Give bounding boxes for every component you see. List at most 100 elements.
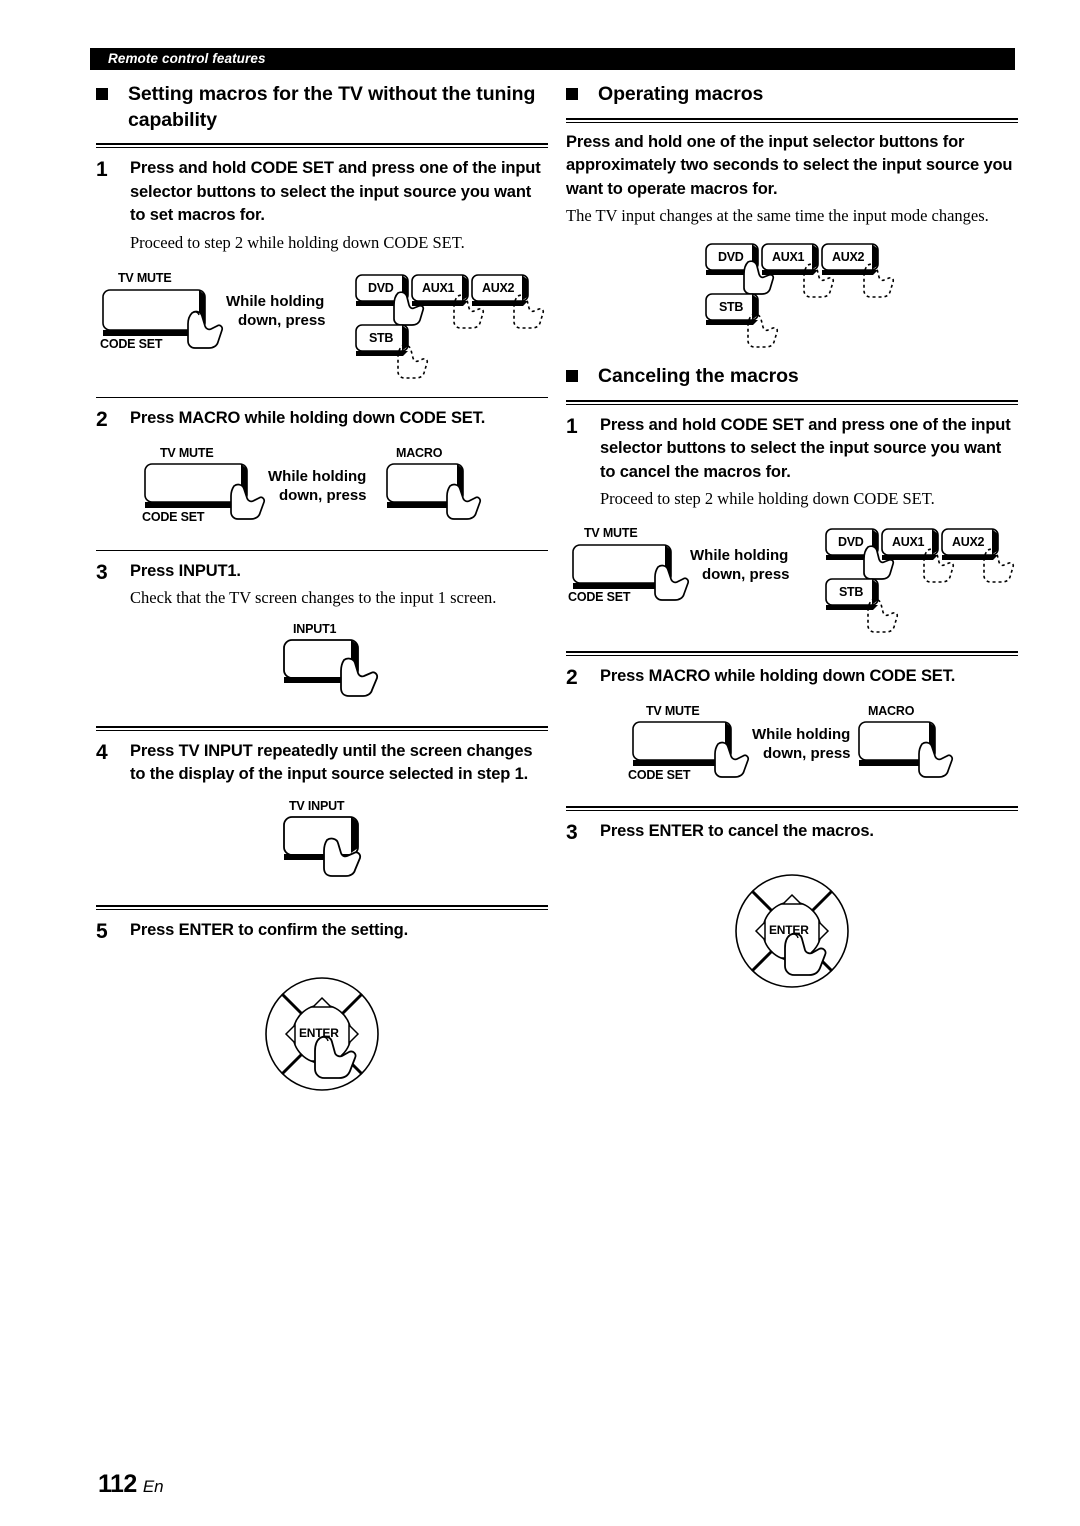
step-divider bbox=[566, 399, 1018, 405]
step-divider bbox=[96, 904, 548, 910]
macro-key-graphic bbox=[386, 462, 482, 520]
running-header-title: Remote control features bbox=[108, 51, 266, 66]
step-number: 4 bbox=[96, 740, 108, 764]
figure-codeset-and-macro: TV MUTE CODE SET While holding down, pre… bbox=[566, 703, 1018, 796]
key-label-aux1: AUX1 bbox=[772, 249, 805, 264]
key-label-aux2: AUX2 bbox=[832, 249, 865, 264]
figure-input1-key: INPUT1 bbox=[96, 622, 548, 716]
step-2: 2 Press MACRO while holding down CODE SE… bbox=[96, 407, 548, 434]
figure-svg bbox=[572, 528, 1015, 633]
running-header-band: Remote control features bbox=[90, 48, 1015, 70]
figure-codeset-and-source-keys: TV MUTE CODE SET While holding down, pre… bbox=[566, 523, 1018, 641]
code-set-label: CODE SET bbox=[142, 509, 205, 524]
tv-mute-label: TV MUTE bbox=[118, 270, 172, 285]
page-footer: 112 En bbox=[98, 1470, 164, 1499]
step-number: 1 bbox=[96, 158, 108, 182]
section-heading-canceling-macros: Canceling the macros bbox=[566, 364, 1018, 390]
step-divider bbox=[96, 143, 548, 149]
figure-caption-line-2: down, press bbox=[238, 311, 326, 329]
left-column: Setting macros for the TV without the tu… bbox=[96, 82, 548, 1112]
section-lead: Press and hold one of the input selector… bbox=[566, 132, 1013, 198]
key-label-stb: STB bbox=[719, 299, 744, 314]
enter-label: ENTER bbox=[299, 1025, 339, 1040]
step-3: 3 Press INPUT1. Check that the TV screen… bbox=[96, 560, 548, 610]
step-4: 4 Press TV INPUT repeatedly until the sc… bbox=[96, 740, 548, 787]
section-title: Canceling the macros bbox=[598, 364, 799, 387]
figure-codeset-and-macro: TV MUTE CODE SET While holding down, pre… bbox=[96, 445, 548, 540]
section-title: Operating macros bbox=[598, 83, 764, 105]
step-divider bbox=[566, 805, 1018, 811]
enter-pad-svg bbox=[265, 976, 379, 1091]
cancel-step-3: 3 Press ENTER to cancel the macros. bbox=[566, 820, 1018, 847]
step-instruction: Press INPUT1. bbox=[130, 561, 241, 580]
square-bullet-icon bbox=[566, 369, 578, 382]
tv-input-label: TV INPUT bbox=[289, 798, 345, 813]
code-set-label: CODE SET bbox=[100, 336, 163, 351]
macro-label: MACRO bbox=[868, 703, 915, 718]
step-number: 3 bbox=[96, 560, 108, 584]
step-instruction: Press TV INPUT repeatedly until the scre… bbox=[130, 741, 533, 784]
step-divider bbox=[96, 396, 548, 398]
code-set-label: CODE SET bbox=[568, 589, 631, 604]
key-label-aux2: AUX2 bbox=[952, 534, 985, 549]
figure-enter-pad: ENTER bbox=[566, 869, 1018, 1009]
tv-mute-label: TV MUTE bbox=[584, 525, 638, 540]
key-label-stb: STB bbox=[369, 330, 394, 345]
figure-caption-line-2: down, press bbox=[279, 486, 367, 504]
section-title: Setting macros for the TV without the tu… bbox=[128, 83, 536, 131]
step-instruction: Press ENTER to cancel the macros. bbox=[600, 821, 874, 840]
figure-caption-line-2: down, press bbox=[702, 565, 790, 583]
figure-source-keys: DVD AUX1 AUX2 STB bbox=[566, 238, 1018, 348]
step-number: 1 bbox=[566, 414, 578, 438]
page-language: En bbox=[142, 1477, 164, 1496]
step-divider bbox=[96, 725, 548, 731]
step-note: Check that the TV screen changes to the … bbox=[130, 587, 497, 607]
tv-mute-label: TV MUTE bbox=[646, 703, 700, 718]
enter-pad-svg bbox=[735, 873, 849, 988]
key-label-aux1: AUX1 bbox=[422, 280, 455, 295]
square-bullet-icon bbox=[96, 88, 108, 100]
input1-label: INPUT1 bbox=[293, 621, 337, 636]
square-bullet-icon bbox=[566, 88, 578, 100]
step-instruction: Press and hold CODE SET and press one of… bbox=[600, 415, 1011, 481]
step-number: 2 bbox=[566, 665, 578, 689]
figure-caption-line-1: While holding bbox=[226, 292, 325, 310]
section-note: The TV input changes at the same time th… bbox=[566, 206, 989, 225]
step-instruction: Press MACRO while holding down CODE SET. bbox=[600, 666, 956, 685]
figure-svg bbox=[283, 815, 362, 877]
figure-tv-input-key: TV INPUT bbox=[96, 799, 548, 895]
key-label-dvd: DVD bbox=[838, 534, 864, 549]
page-number: 112 bbox=[98, 1470, 137, 1498]
section-heading-operating-macros: Operating macros bbox=[566, 82, 1018, 108]
figure-caption-line-1: While holding bbox=[690, 546, 789, 564]
macro-key-graphic bbox=[858, 720, 954, 778]
figure-enter-pad: ENTER bbox=[96, 972, 548, 1112]
step-divider bbox=[96, 549, 548, 551]
cancel-step-1: 1 Press and hold CODE SET and press one … bbox=[566, 414, 1018, 511]
step-note: Proceed to step 2 while holding down COD… bbox=[600, 488, 935, 508]
code-set-label: CODE SET bbox=[628, 767, 691, 782]
figure-caption-line-1: While holding bbox=[268, 467, 367, 485]
section-divider bbox=[566, 117, 1018, 123]
figure-svg bbox=[283, 638, 379, 697]
key-label-dvd: DVD bbox=[718, 249, 744, 264]
right-column: Operating macros Press and hold one of t… bbox=[566, 82, 1018, 1009]
step-instruction: Press ENTER to confirm the setting. bbox=[130, 920, 409, 939]
key-label-dvd: DVD bbox=[368, 280, 394, 295]
step-note: Proceed to step 2 while holding down COD… bbox=[130, 232, 465, 252]
key-label-aux1: AUX1 bbox=[892, 534, 925, 549]
step-1: 1 Press and hold CODE SET and press one … bbox=[96, 157, 548, 254]
key-label-stb: STB bbox=[839, 584, 864, 599]
figure-codeset-and-source-keys: TV MUTE CODE SET While holding down, pre… bbox=[96, 267, 548, 387]
section-heading-setting-macros: Setting macros for the TV without the tu… bbox=[96, 82, 548, 133]
macro-label: MACRO bbox=[396, 445, 443, 460]
figure-caption-line-1: While holding bbox=[752, 725, 851, 743]
step-number: 5 bbox=[96, 919, 108, 943]
tv-mute-label: TV MUTE bbox=[160, 445, 214, 460]
tv-input-key-graphic bbox=[283, 815, 362, 877]
cancel-step-2: 2 Press MACRO while holding down CODE SE… bbox=[566, 665, 1018, 692]
step-instruction: Press and hold CODE SET and press one of… bbox=[130, 159, 541, 225]
enter-label: ENTER bbox=[769, 922, 809, 937]
step-divider bbox=[566, 650, 1018, 656]
figure-caption-line-2: down, press bbox=[763, 744, 851, 762]
